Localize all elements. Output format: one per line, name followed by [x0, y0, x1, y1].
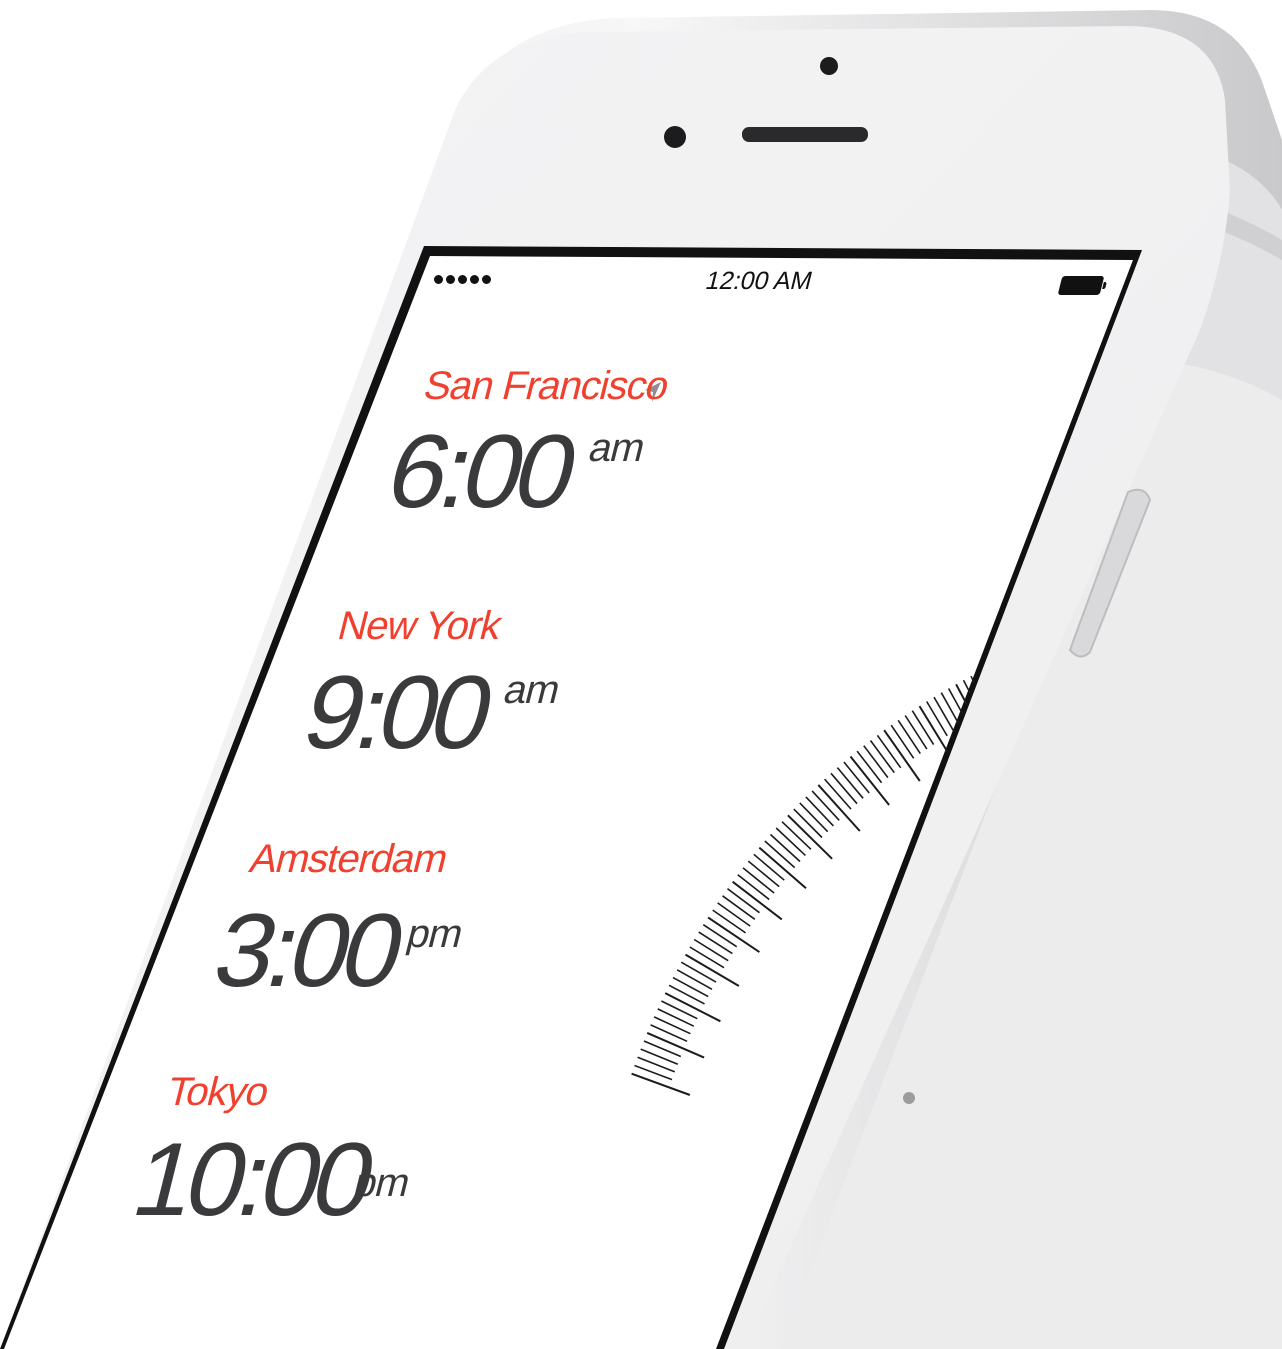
period-amsterdam: pm [402, 912, 468, 956]
city-label-tokyo: Tokyo [162, 1070, 273, 1114]
microphone-hole [903, 1092, 915, 1104]
device-stage: 12:00 AM San Francisco 6:00 am New York … [0, 0, 1282, 1349]
time-new-york: 9:00 [292, 655, 500, 771]
battery-icon [1057, 276, 1105, 295]
period-san-francisco: am [584, 426, 650, 470]
time-tokyo: 10:00 [122, 1122, 382, 1238]
city-label-amsterdam: Amsterdam [245, 837, 452, 881]
time-san-francisco: 6:00 [376, 414, 584, 530]
signal-strength-icon [434, 275, 491, 284]
front-camera [664, 126, 686, 148]
city-label-new-york: New York [333, 604, 506, 648]
city-label-san-francisco: San Francisco [419, 364, 674, 408]
proximity-sensor [820, 57, 838, 75]
period-tokyo: pm [349, 1161, 415, 1205]
time-amsterdam: 3:00 [203, 893, 411, 1009]
status-bar-time: 12:00 AM [702, 267, 816, 295]
period-new-york: am [499, 668, 565, 712]
earpiece-speaker [742, 127, 868, 142]
